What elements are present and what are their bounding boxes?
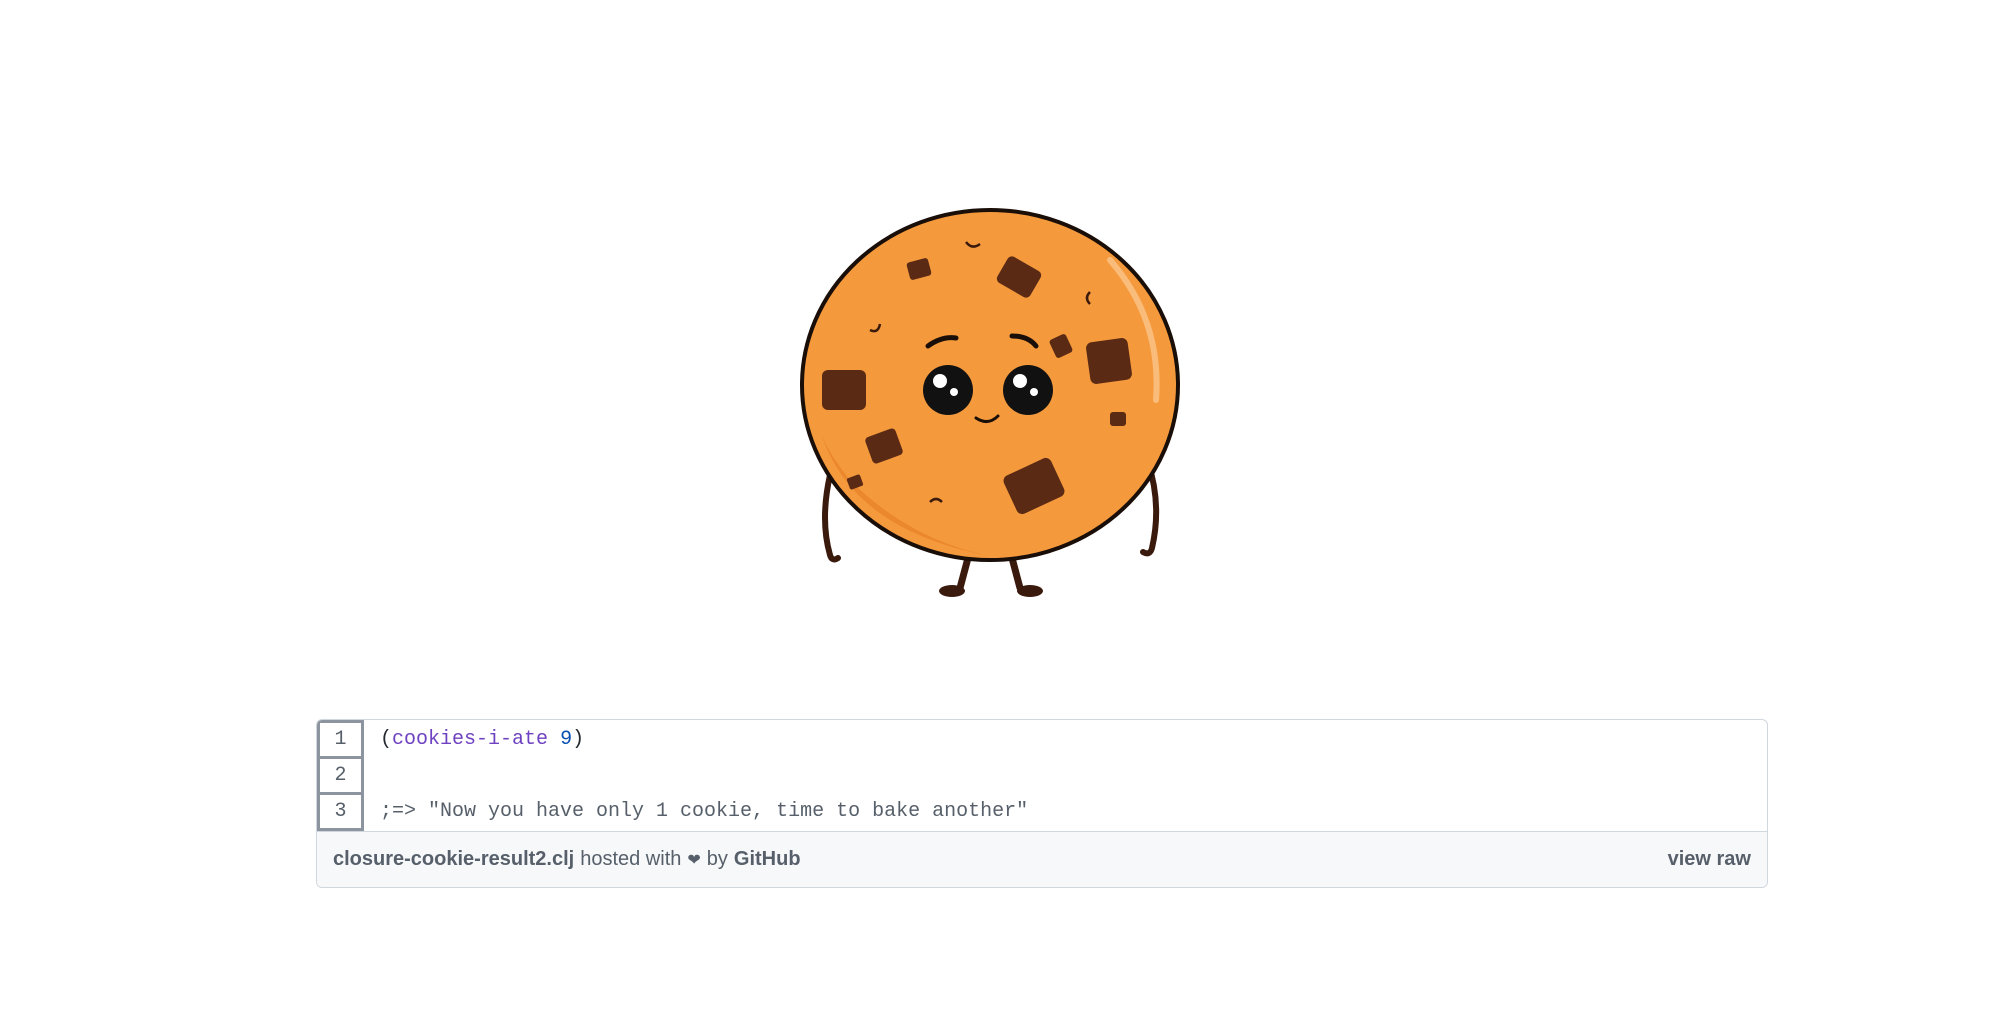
github-link[interactable]: GitHub <box>734 848 801 871</box>
code-line: 2 <box>317 756 1766 795</box>
view-raw-link[interactable]: view raw <box>1668 848 1751 871</box>
gist-meta-left: closure-cookie-result2.clj hosted with ❤… <box>333 848 801 871</box>
code-line: 1 (cookies-i-ate 9) <box>317 720 1766 759</box>
code-line: 3 ;=> "Now you have only 1 cookie, time … <box>317 792 1766 831</box>
filename-link[interactable]: closure-cookie-result2.clj <box>333 848 574 871</box>
line-number[interactable]: 2 <box>317 756 364 795</box>
by-text: by <box>706 848 728 870</box>
code-comment: ;=> "Now you have only 1 cookie, time to… <box>380 800 1029 823</box>
number-literal: 9 <box>560 728 573 751</box>
gist-embed: 1 (cookies-i-ate 9) 2 3 ;=> "Now you hav… <box>316 719 1768 888</box>
cookie-character-icon <box>800 208 1180 597</box>
hosted-with-text: hosted with <box>580 848 682 870</box>
line-number[interactable]: 1 <box>317 720 364 759</box>
function-name: cookies-i-ate <box>392 728 549 751</box>
code-text: (cookies-i-ate 9) <box>363 722 1766 758</box>
code-table: 1 (cookies-i-ate 9) 2 3 ;=> "Now you hav… <box>317 720 1767 831</box>
gist-meta-bar: closure-cookie-result2.clj hosted with ❤… <box>317 831 1767 887</box>
paren-open: ( <box>380 728 393 751</box>
heart-icon: ❤ <box>687 851 701 869</box>
page: 1 (cookies-i-ate 9) 2 3 ;=> "Now you hav… <box>0 0 2000 1029</box>
code-text <box>363 758 1766 794</box>
cookie-illustration <box>790 200 1190 600</box>
paren-close: ) <box>572 728 585 751</box>
line-number[interactable]: 3 <box>317 792 364 831</box>
